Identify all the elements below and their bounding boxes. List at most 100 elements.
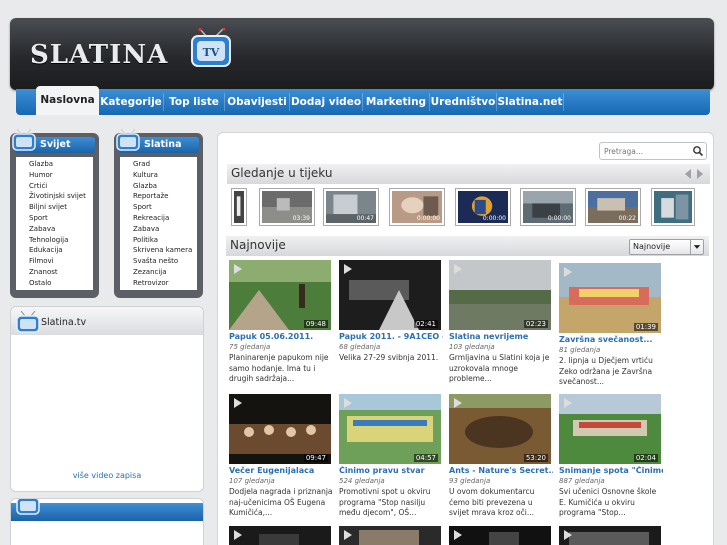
category-item[interactable]: Filmovi [16,256,93,267]
category-item[interactable]: Sport [120,202,197,213]
video-views: 75 gledanja [229,343,271,351]
video-thumbnail[interactable]: 0:00:00 [390,189,444,225]
category-item[interactable]: Tehnologija [16,235,93,246]
nav-item-dodaj-video[interactable]: Dodaj video [290,89,362,115]
video-title[interactable]: Večer Eugenijalaca [229,466,333,475]
category-item[interactable]: Glazba [120,181,197,192]
video-description: Dodjela nagrada i priznanja naj-učenicim… [229,487,333,517]
video-duration: 53:20 [523,454,548,462]
video-title[interactable]: Završna svečanost... [559,335,663,344]
video-card[interactable]: 53:20 Ants - Nature's Secret... 93 gleda… [449,394,553,524]
video-title[interactable]: Slatina nevrijeme [449,332,553,341]
nav-item-marketing[interactable]: Marketing [363,89,429,115]
video-thumbnail[interactable]: 04:57 [339,394,441,464]
video-thumbnail[interactable] [449,526,551,545]
category-item[interactable]: Skrivena kamera [120,245,197,256]
search-box [599,142,707,160]
video-description: Velika 27-29 svibnja 2011. [339,353,439,362]
video-thumbnail[interactable]: 09:47 [229,394,331,464]
category-item[interactable]: Crtići [16,181,93,192]
slatina-tv-box: Slatina.tv više video zapisa [10,306,204,492]
video-thumbnail[interactable]: 0:00:00 [521,189,575,225]
category-item[interactable]: Glazba [16,159,93,170]
video-thumbnail[interactable] [229,526,331,545]
video-description: 2. lipnja u Dječjem vrtiću Zeko održana … [559,356,653,386]
category-item[interactable]: Rekreacija [120,213,197,224]
video-description: Promotivni spot u okviru programa "Stop … [339,487,431,517]
video-duration: 02:23 [523,320,548,328]
video-card[interactable]: 01:39 Završna svečanost... 81 gledanja 2… [559,263,663,393]
category-item[interactable]: Znanost [16,267,93,278]
video-thumbnail[interactable]: 02:23 [449,260,551,330]
category-item[interactable]: Zabava [120,224,197,235]
site-logo[interactable]: SLATINA [30,40,168,70]
category-item[interactable]: Retrovizor [120,278,197,289]
category-item[interactable]: Zabava [16,224,93,235]
play-icon [344,530,352,540]
nav-item-kategorije[interactable]: Kategorije [99,89,163,115]
video-thumbnail[interactable] [559,526,661,545]
video-thumbnail[interactable] [652,189,694,225]
video-views: 68 gledanja [339,343,381,351]
video-card[interactable]: 09:47 Večer Eugenijalaca 107 gledanja Do… [229,394,333,524]
video-title[interactable]: Činimo pravu stvar [339,466,443,475]
category-item[interactable]: Grad [120,159,197,170]
video-thumbnail[interactable] [339,526,441,545]
nav-item-slatina-net[interactable]: Slatina.net [497,89,563,115]
main-nav: Naslovna Kategorije Top liste Obavijesti… [16,86,710,115]
video-duration: 0:00:00 [482,215,506,222]
category-item[interactable]: Reportaže [120,191,197,202]
video-thumbnail[interactable]: 02:04 [559,394,661,464]
video-thumbnail[interactable]: 03:39 [260,189,314,225]
category-item[interactable]: Svašta nešto [120,256,197,267]
category-item[interactable]: Ostalo [16,278,93,289]
video-card[interactable]: 09:48 Papuk 05.06.2011. 75 gledanja Plan… [229,260,333,390]
video-card[interactable]: 02:23 Slatina nevrijeme 103 gledanja Grm… [449,260,553,390]
video-title[interactable]: Papuk 2011. - 9A1CEO -... [339,332,443,341]
category-box-svijet: Svijet Glazba Humor Crtići Životinjski s… [10,129,99,298]
chevron-down-icon [690,240,701,254]
video-thumbnail[interactable] [232,189,246,225]
tv-badge-text: TV [203,46,220,59]
category-item[interactable]: Humor [16,170,93,181]
video-title[interactable]: Papuk 05.06.2011. [229,332,333,341]
nav-item-top-liste[interactable]: Top liste [164,89,224,115]
play-icon [454,398,462,408]
video-thumbnail[interactable]: 00:47 [324,189,378,225]
carousel-arrows-icon[interactable] [682,168,706,180]
play-icon [564,398,572,408]
sort-select-value: Najnovije [633,242,671,251]
category-item[interactable]: Zezancija [120,267,197,278]
more-videos-link[interactable]: više video zapisa [11,471,203,480]
category-item[interactable]: Edukacija [16,245,93,256]
nav-item-naslovna[interactable]: Naslovna [36,86,99,115]
video-thumbnail[interactable]: 00:22 [586,189,640,225]
category-item[interactable]: Biljni svijet [16,202,93,213]
tv-icon [16,499,40,515]
video-thumbnail[interactable]: 02:41 [339,260,441,330]
video-card[interactable]: 02:04 Snimanje spota "Činimo... 887 gled… [559,394,663,524]
tv-logo-icon[interactable]: TV [190,28,232,68]
video-card[interactable]: 02:41 Papuk 2011. - 9A1CEO -... 68 gleda… [339,260,443,390]
category-item[interactable]: Kultura [120,170,197,181]
tv-icon [16,311,40,333]
video-duration: 01:39 [633,323,658,331]
video-thumbnail[interactable]: 0:00:00 [456,189,510,225]
video-title[interactable]: Snimanje spota "Činimo... [559,466,663,475]
search-input[interactable] [600,143,690,159]
tv-icon [12,129,36,151]
category-item[interactable]: Sport [16,213,93,224]
video-views: 103 gledanja [449,343,495,351]
play-icon [234,264,242,274]
video-card[interactable]: 04:57 Činimo pravu stvar 524 gledanja Pr… [339,394,443,524]
sort-select[interactable]: Najnovije [629,239,704,255]
search-icon[interactable] [692,145,704,157]
video-title[interactable]: Ants - Nature's Secret... [449,466,553,475]
video-thumbnail[interactable]: 53:20 [449,394,551,464]
category-item[interactable]: Politika [120,235,197,246]
nav-item-urednistvo[interactable]: Uredništvo [430,89,496,115]
video-thumbnail[interactable]: 09:48 [229,260,331,330]
video-thumbnail[interactable]: 01:39 [559,263,661,333]
nav-item-obavijesti[interactable]: Obavijesti [225,89,289,115]
category-item[interactable]: Životinjski svijet [16,191,93,202]
